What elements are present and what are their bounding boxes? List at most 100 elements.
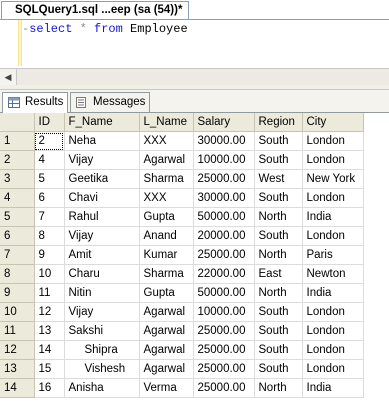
- grid-cell-f-name[interactable]: Shipra: [64, 340, 140, 360]
- column-header-city[interactable]: City: [302, 113, 364, 132]
- grid-cell-city[interactable]: India: [302, 378, 364, 398]
- table-row[interactable]: 10 12 Vijay Agarwal 10000.00 South London: [0, 302, 364, 322]
- grid-cell-salary[interactable]: 10000.00: [193, 150, 255, 170]
- grid-cell-f-name[interactable]: Chavi: [64, 188, 140, 208]
- grid-cell-region[interactable]: South: [254, 321, 303, 341]
- table-row[interactable]: 4 6 Chavi XXX 30000.00 South London: [0, 188, 364, 208]
- grid-cell-id[interactable]: 11: [34, 283, 65, 303]
- grid-cell-salary[interactable]: 20000.00: [193, 226, 255, 246]
- document-tab[interactable]: SQLQuery1.sql ...eep (sa (54))*: [1, 1, 190, 19]
- grid-cell-l-name[interactable]: Agarwal: [139, 150, 194, 170]
- table-row[interactable]: 1 2 Neha XXX 30000.00 South London: [0, 131, 364, 151]
- grid-cell-city[interactable]: London: [302, 340, 364, 360]
- row-number-cell[interactable]: 3: [0, 169, 35, 189]
- row-number-cell[interactable]: 4: [0, 188, 35, 208]
- grid-cell-id[interactable]: 10: [34, 264, 65, 284]
- table-row[interactable]: 12 14 Shipra Agarwal 25000.00 South London: [0, 340, 364, 360]
- query-text[interactable]: -select * from Employee: [22, 22, 188, 36]
- row-number-cell[interactable]: 9: [0, 283, 35, 303]
- grid-cell-city[interactable]: London: [302, 226, 364, 246]
- grid-cell-region[interactable]: North: [254, 207, 303, 227]
- row-number-cell[interactable]: 6: [0, 226, 35, 246]
- grid-cell-salary[interactable]: 25000.00: [193, 245, 255, 265]
- grid-cell-salary[interactable]: 25000.00: [193, 340, 255, 360]
- grid-cell-region[interactable]: West: [254, 169, 303, 189]
- grid-cell-f-name[interactable]: Geetika: [64, 169, 140, 189]
- row-number-cell[interactable]: 14: [0, 378, 35, 398]
- row-number-cell[interactable]: 5: [0, 207, 35, 227]
- grid-cell-l-name[interactable]: Anand: [139, 226, 194, 246]
- table-row[interactable]: 7 9 Amit Kumar 25000.00 North Paris: [0, 245, 364, 265]
- grid-cell-city[interactable]: Paris: [302, 245, 364, 265]
- grid-cell-l-name[interactable]: XXX: [139, 188, 194, 208]
- grid-cell-salary[interactable]: 30000.00: [193, 188, 255, 208]
- grid-cell-l-name[interactable]: Gupta: [139, 207, 194, 227]
- grid-cell-region[interactable]: South: [254, 188, 303, 208]
- query-editor[interactable]: -select * from Employee: [0, 20, 389, 68]
- grid-cell-region[interactable]: South: [254, 340, 303, 360]
- editor-horizontal-scrollbar[interactable]: ◀: [0, 68, 389, 85]
- grid-cell-id[interactable]: 4: [34, 150, 65, 170]
- grid-cell-l-name[interactable]: Gupta: [139, 283, 194, 303]
- grid-cell-salary[interactable]: 25000.00: [193, 378, 255, 398]
- grid-cell-region[interactable]: North: [254, 245, 303, 265]
- grid-cell-city[interactable]: London: [302, 188, 364, 208]
- table-row[interactable]: 3 5 Geetika Sharma 25000.00 West New York: [0, 169, 364, 189]
- row-number-cell[interactable]: 8: [0, 264, 35, 284]
- grid-cell-f-name[interactable]: Rahul: [64, 207, 140, 227]
- row-number-cell[interactable]: 13: [0, 359, 35, 379]
- grid-cell-salary[interactable]: 25000.00: [193, 359, 255, 379]
- grid-cell-salary[interactable]: 25000.00: [193, 169, 255, 189]
- row-number-cell[interactable]: 11: [0, 321, 35, 341]
- grid-cell-region[interactable]: South: [254, 226, 303, 246]
- table-row[interactable]: 8 10 Charu Sharma 22000.00 East Newton: [0, 264, 364, 284]
- grid-cell-f-name[interactable]: Charu: [64, 264, 140, 284]
- row-number-cell[interactable]: 7: [0, 245, 35, 265]
- grid-cell-l-name[interactable]: Verma: [139, 378, 194, 398]
- grid-cell-id[interactable]: 12: [34, 302, 65, 322]
- grid-cell-l-name[interactable]: Agarwal: [139, 302, 194, 322]
- row-number-cell[interactable]: 10: [0, 302, 35, 322]
- grid-cell-l-name[interactable]: Kumar: [139, 245, 194, 265]
- grid-cell-salary[interactable]: 22000.00: [193, 264, 255, 284]
- grid-cell-f-name[interactable]: Amit: [64, 245, 140, 265]
- grid-cell-city[interactable]: Newton: [302, 264, 364, 284]
- table-row[interactable]: 11 13 Sakshi Agarwal 25000.00 South London: [0, 321, 364, 341]
- grid-cell-l-name[interactable]: Sharma: [139, 169, 194, 189]
- grid-cell-region[interactable]: South: [254, 359, 303, 379]
- grid-cell-f-name[interactable]: Vijay: [64, 226, 140, 246]
- grid-cell-f-name[interactable]: Nitin: [64, 283, 140, 303]
- column-header-l-name[interactable]: L_Name: [139, 113, 194, 132]
- grid-cell-f-name[interactable]: Anisha: [64, 378, 140, 398]
- grid-cell-salary[interactable]: 10000.00: [193, 302, 255, 322]
- grid-cell-f-name[interactable]: Vishesh: [64, 359, 140, 379]
- grid-cell-l-name[interactable]: Agarwal: [139, 340, 194, 360]
- grid-cell-city[interactable]: New York: [302, 169, 364, 189]
- grid-cell-city[interactable]: London: [302, 150, 364, 170]
- grid-cell-id[interactable]: 7: [34, 207, 65, 227]
- column-header-salary[interactable]: Salary: [193, 113, 255, 132]
- grid-cell-id[interactable]: 15: [34, 359, 65, 379]
- grid-cell-id[interactable]: 9: [34, 245, 65, 265]
- column-header-id[interactable]: ID: [34, 113, 65, 132]
- grid-cell-id[interactable]: 13: [34, 321, 65, 341]
- table-row[interactable]: 14 16 Anisha Verma 25000.00 North India: [0, 378, 364, 398]
- grid-cell-id[interactable]: 2: [34, 131, 65, 151]
- table-row[interactable]: 9 11 Nitin Gupta 50000.00 North India: [0, 283, 364, 303]
- table-row[interactable]: 13 15 Vishesh Agarwal 25000.00 South London: [0, 359, 364, 379]
- grid-cell-region[interactable]: South: [254, 302, 303, 322]
- table-row[interactable]: 2 4 Vijay Agarwal 10000.00 South London: [0, 150, 364, 170]
- grid-cell-city[interactable]: India: [302, 283, 364, 303]
- grid-cell-id[interactable]: 14: [34, 340, 65, 360]
- grid-cell-l-name[interactable]: Agarwal: [139, 359, 194, 379]
- column-header-f-name[interactable]: F_Name: [64, 113, 140, 132]
- corner-header-cell[interactable]: [0, 113, 35, 132]
- table-row[interactable]: 5 7 Rahul Gupta 50000.00 North India: [0, 207, 364, 227]
- row-number-cell[interactable]: 12: [0, 340, 35, 360]
- grid-cell-id[interactable]: 8: [34, 226, 65, 246]
- grid-cell-l-name[interactable]: Agarwal: [139, 321, 194, 341]
- grid-cell-id[interactable]: 6: [34, 188, 65, 208]
- grid-cell-region[interactable]: North: [254, 378, 303, 398]
- grid-cell-f-name[interactable]: Sakshi: [64, 321, 140, 341]
- tab-messages[interactable]: Messages: [70, 92, 151, 112]
